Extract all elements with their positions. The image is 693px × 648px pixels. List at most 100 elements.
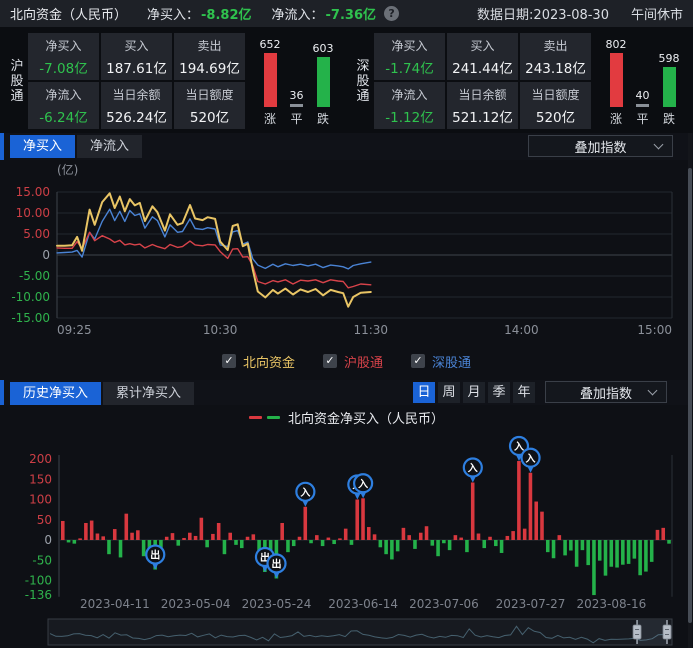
- overlay-index-dropdown-2[interactable]: 叠加指数: [545, 381, 667, 403]
- vertical-scrollbar[interactable]: [688, 133, 692, 648]
- daily-bar: [396, 540, 400, 551]
- history-toolbar: 历史净买入累计净买入 日周月季年 叠加指数: [0, 380, 693, 405]
- updown-column-down: 603跌: [313, 35, 334, 127]
- axis-label: -5.00: [19, 269, 50, 283]
- daily-bar: [90, 521, 94, 540]
- checkbox-checked-icon[interactable]: ✓: [323, 354, 337, 368]
- stat-cell: 净买入-7.08亿: [28, 33, 99, 80]
- inflow-pin-marker: 入: [522, 449, 540, 473]
- axis-label: 09:25: [57, 323, 92, 337]
- stat-cell: 当日额度520亿: [174, 82, 245, 129]
- stock-connect-panel-sh: 沪股通净买入-7.08亿买入187.61亿卖出194.69亿净流入-6.24亿当…: [0, 27, 346, 133]
- history-tab-0[interactable]: 历史净买入: [10, 382, 101, 405]
- updown-label: 平: [636, 110, 648, 127]
- page-title: 北向资金（人民币）: [10, 4, 127, 23]
- daily-bar: [552, 540, 556, 558]
- overlay-index-label: 叠加指数: [574, 137, 626, 156]
- header-bar: 北向资金（人民币） 净买入： -8.82亿 净流入： -7.36亿 ? 数据日期…: [0, 0, 693, 27]
- overlay-index-dropdown[interactable]: 叠加指数: [528, 135, 673, 157]
- daily-bar: [667, 540, 671, 544]
- scrollbar-thumb[interactable]: [688, 168, 692, 623]
- checkbox-checked-icon[interactable]: ✓: [222, 354, 236, 368]
- daily-bar: [517, 461, 521, 540]
- daily-bar: [240, 540, 244, 548]
- axis-label: 入: [468, 462, 478, 474]
- daily-bar: [558, 535, 562, 540]
- stat-value: 526.24亿: [101, 106, 172, 126]
- daily-bar: [361, 498, 365, 540]
- period-button-0[interactable]: 日: [413, 382, 435, 403]
- daily-bar: [367, 527, 371, 540]
- daily-bar: [298, 537, 302, 540]
- updown-bar-flat: [636, 104, 649, 107]
- updown-count: 40: [636, 89, 650, 102]
- legend-item-1[interactable]: ✓ 沪股通: [323, 352, 383, 371]
- daily-bar: [200, 518, 204, 540]
- daily-bar: [78, 538, 82, 540]
- line-series-沪股通: [57, 232, 371, 287]
- accent-bar: [0, 380, 4, 405]
- daily-bar: [546, 540, 550, 552]
- accent-bar: [0, 133, 4, 160]
- bar-legend-label: 北向资金净买入（人民币）: [288, 408, 444, 427]
- stat-label: 净买入: [374, 37, 445, 54]
- stat-value: 243.18亿: [520, 57, 591, 77]
- axis-label: -50: [32, 553, 52, 567]
- checkbox-checked-icon[interactable]: ✓: [411, 354, 425, 368]
- net-inflow-value: -7.36亿: [326, 4, 376, 23]
- datazoom-slider[interactable]: [0, 616, 693, 648]
- daily-bar: [332, 540, 336, 544]
- period-button-3[interactable]: 季: [488, 382, 510, 403]
- daily-bar: [165, 537, 169, 540]
- chevron-down-icon: [648, 386, 658, 396]
- stat-label: 当日余额: [447, 86, 518, 103]
- help-icon[interactable]: ?: [384, 6, 399, 21]
- daily-bar: [96, 534, 100, 540]
- daily-bar: [350, 540, 354, 545]
- daily-bar: [569, 540, 573, 551]
- market-status: 午间休市: [631, 4, 683, 23]
- daily-bar: [661, 528, 665, 540]
- axis-label: 2023-08-16: [577, 597, 647, 611]
- history-tab-1[interactable]: 累计净买入: [103, 382, 194, 405]
- intraday-tab-0[interactable]: 净买入: [10, 135, 75, 158]
- daily-bar: [384, 540, 388, 554]
- legend-item-2[interactable]: ✓深股通: [411, 352, 471, 371]
- updown-count: 598: [659, 52, 680, 65]
- stat-value: 521.12亿: [447, 106, 518, 126]
- period-button-2[interactable]: 月: [463, 382, 485, 403]
- daily-bar: [581, 540, 585, 550]
- intraday-line-chart: 15.0010.005.000-5.00-10.00-15.00(亿)09:25…: [0, 160, 693, 346]
- daily-bar: [194, 536, 198, 540]
- daily-bar: [234, 540, 238, 545]
- daily-bar: [454, 535, 458, 540]
- period-button-1[interactable]: 周: [438, 382, 460, 403]
- daily-bar: [604, 540, 608, 576]
- updown-label: 涨: [264, 110, 276, 127]
- bar-chart-legend: 北向资金净买入（人民币）: [0, 408, 693, 426]
- slider-track[interactable]: [48, 619, 672, 645]
- legend-label: 沪股通: [344, 352, 383, 371]
- intraday-tab-1[interactable]: 净流入: [77, 135, 142, 158]
- axis-label: -10.00: [11, 290, 50, 304]
- legend-item-0[interactable]: ✓北向资金: [222, 352, 295, 371]
- updown-bar-down: [663, 67, 676, 107]
- daily-bar: [511, 531, 515, 540]
- daily-bar: [609, 540, 613, 567]
- updown-label: 平: [290, 110, 302, 127]
- stat-cell: 卖出243.18亿: [520, 33, 591, 80]
- slider-selected-window[interactable]: [637, 620, 667, 644]
- axis-label: 150: [29, 472, 52, 486]
- updown-label: 涨: [610, 110, 622, 127]
- daily-bar: [315, 535, 319, 540]
- daily-bar: [188, 533, 192, 540]
- stat-value: -1.12亿: [374, 106, 445, 126]
- axis-label: 2023-06-14: [328, 597, 398, 611]
- daily-bar: [67, 540, 71, 542]
- period-button-4[interactable]: 年: [513, 382, 535, 403]
- stat-cell: 当日额度520亿: [520, 82, 591, 129]
- daily-bar: [252, 534, 256, 540]
- daily-bar: [355, 500, 359, 541]
- daily-bar: [211, 534, 215, 540]
- axis-label: 入: [358, 478, 368, 490]
